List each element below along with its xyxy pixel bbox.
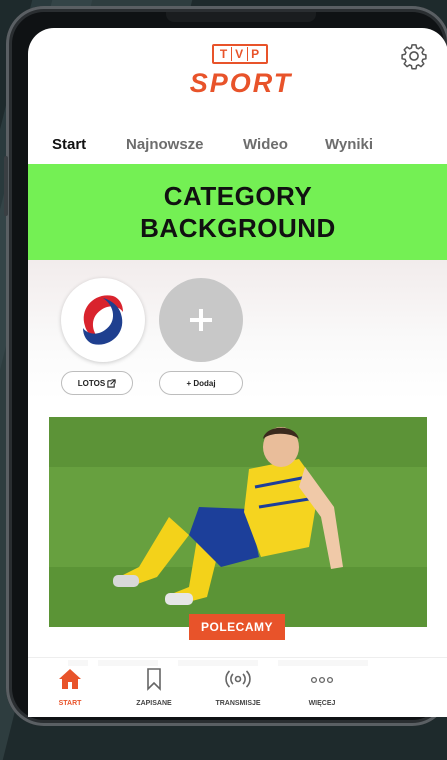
phone-frame: T V P SPORT Start Najnowsze Wideo Wyniki…	[4, 6, 447, 726]
logo-letter: P	[247, 47, 263, 61]
recommended-badge: POLECAMY	[189, 614, 285, 640]
add-sponsor-circle[interactable]	[159, 278, 243, 362]
football-player-image	[49, 417, 427, 627]
add-chip-label: + Dodaj	[186, 378, 216, 388]
tab-wideo[interactable]: Wideo	[243, 136, 288, 153]
bottom-navigation: START ZAPISANE TRANSMISJE WIĘCEJ	[28, 657, 447, 717]
nav-start-label: START	[58, 700, 82, 707]
nav-saved-label: ZAPISANE	[136, 700, 172, 707]
phone-notch	[166, 12, 316, 22]
external-link-icon	[107, 378, 116, 388]
category-label: CATEGORY BACKGROUND	[140, 181, 336, 243]
tvp-logo: T V P	[212, 44, 268, 64]
nav-more[interactable]: WIĘCEJ	[280, 658, 364, 717]
tab-start[interactable]: Start	[52, 136, 86, 153]
plus-icon	[190, 309, 212, 331]
gear-icon[interactable]	[400, 42, 428, 70]
nav-saved[interactable]: ZAPISANE	[112, 658, 196, 717]
nav-broadcasts[interactable]: TRANSMISJE	[196, 658, 280, 717]
nav-broadcasts-label: TRANSMISJE	[215, 700, 261, 707]
phone-side-button	[4, 156, 8, 216]
logo-letter: T	[219, 47, 229, 61]
nav-start[interactable]: START	[28, 658, 112, 717]
article-image[interactable]	[49, 417, 427, 627]
app-screen: T V P SPORT Start Najnowsze Wideo Wyniki…	[28, 28, 447, 717]
bookmark-icon	[147, 668, 161, 691]
top-tabs: Start Najnowsze Wideo Wyniki	[28, 136, 447, 160]
lotos-logo-icon	[83, 295, 123, 345]
nav-more-label: WIĘCEJ	[308, 700, 336, 707]
home-icon	[59, 669, 81, 689]
tab-najnowsze[interactable]: Najnowsze	[126, 136, 204, 153]
add-chip[interactable]: + Dodaj	[159, 371, 243, 395]
category-banner: CATEGORY BACKGROUND	[28, 164, 447, 260]
more-icon	[310, 676, 334, 684]
sport-logo: SPORT	[189, 68, 293, 98]
lotos-chip-label: LOTOS	[77, 378, 106, 388]
logo-letter: V	[231, 47, 247, 61]
lotos-logo-circle[interactable]	[61, 278, 145, 362]
tab-wyniki[interactable]: Wyniki	[325, 136, 373, 153]
lotos-chip[interactable]: LOTOS	[61, 371, 133, 395]
broadcast-icon	[225, 670, 251, 688]
